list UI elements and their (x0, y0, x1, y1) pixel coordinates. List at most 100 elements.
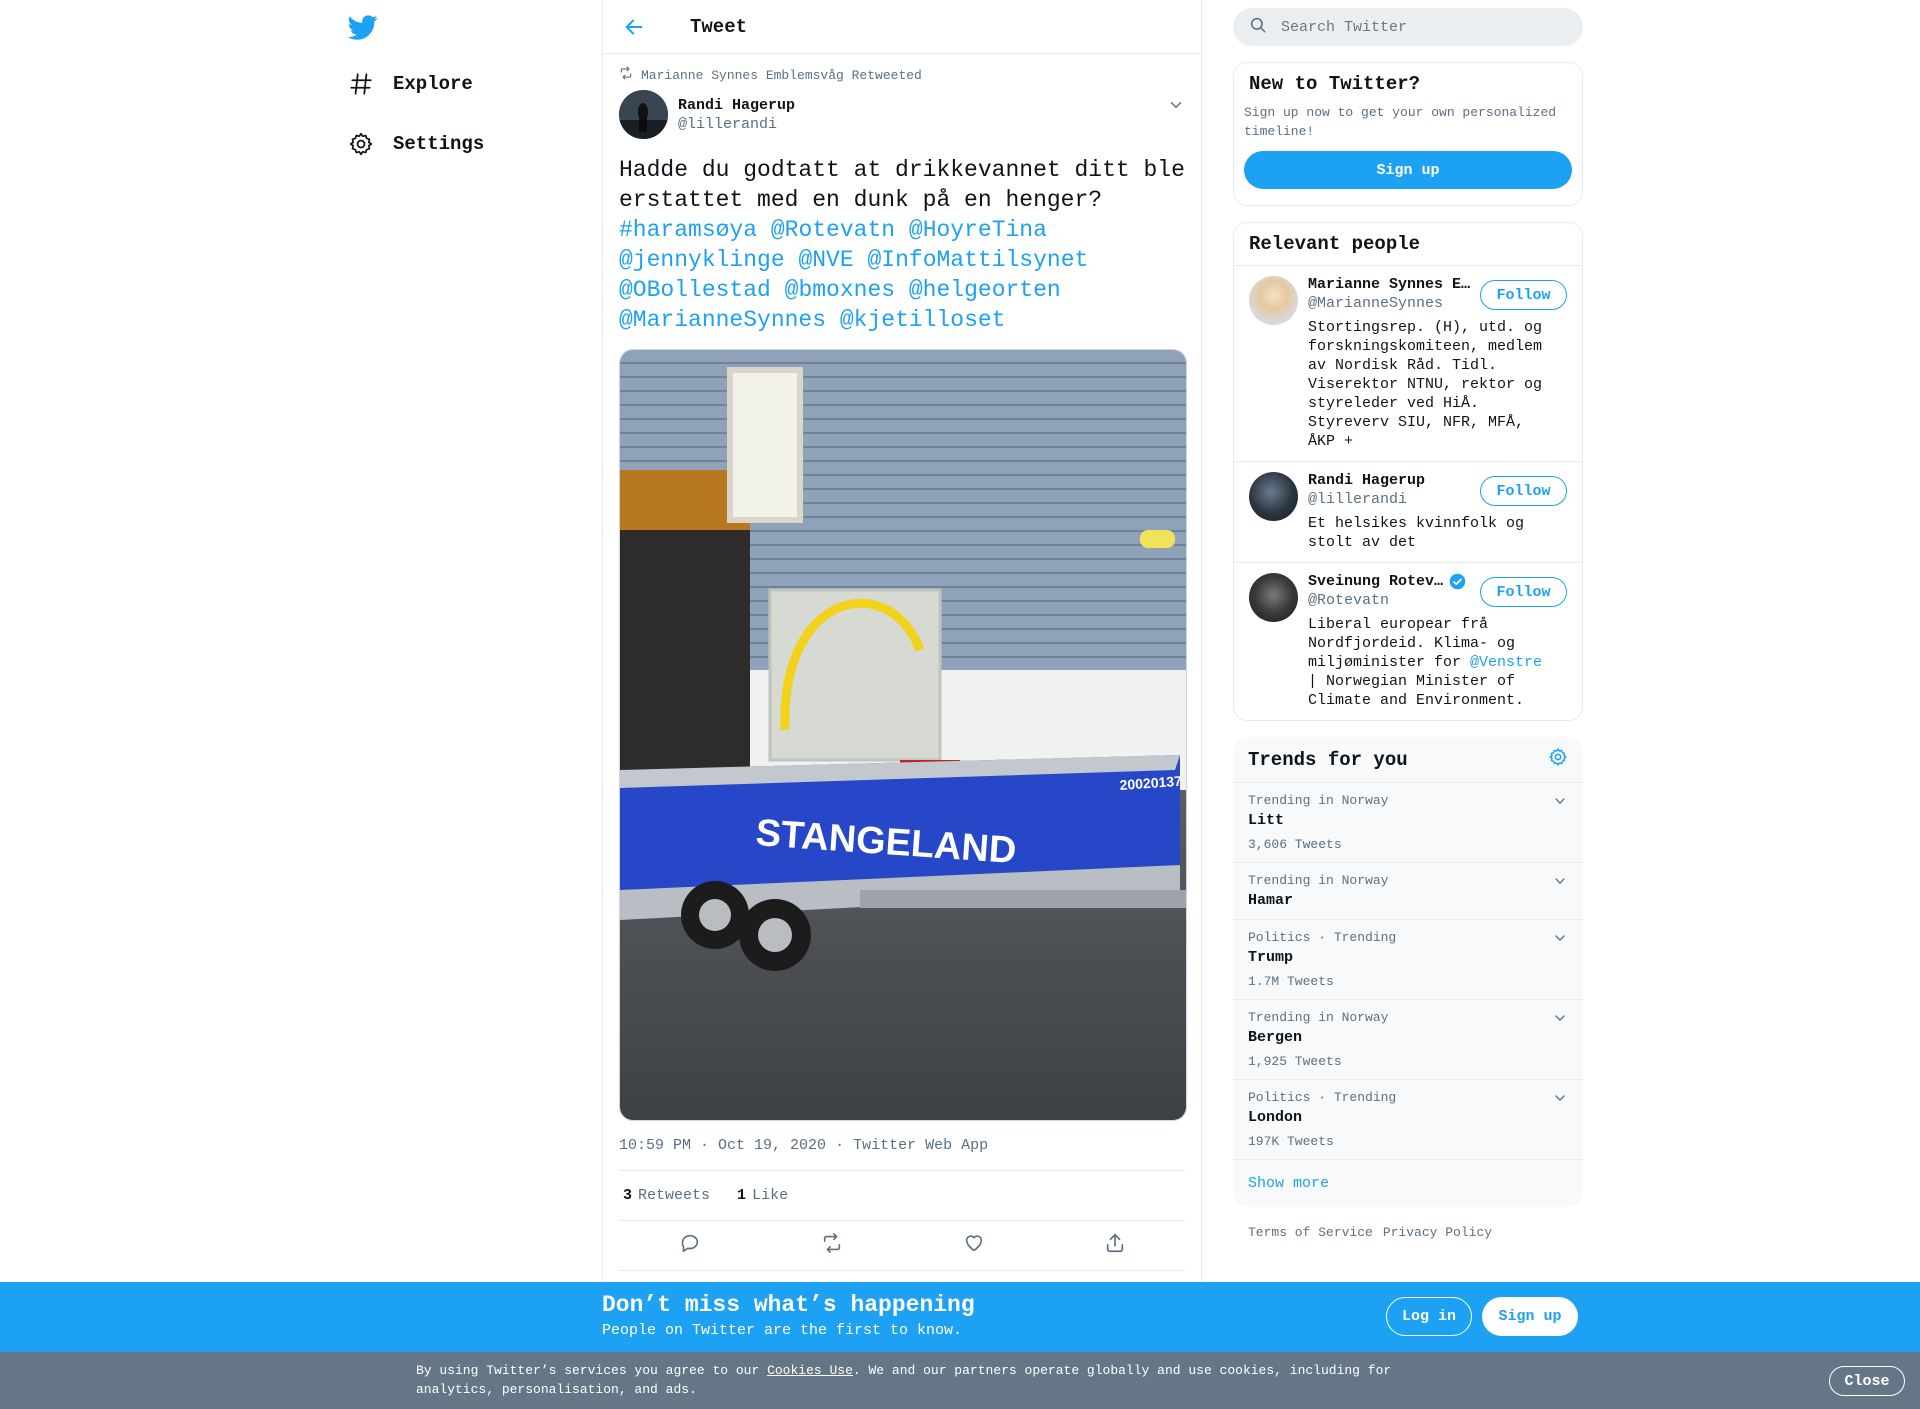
tweet-text-body: Hadde du godtatt at drikkevannet ditt bl… (619, 157, 1185, 213)
new-to-twitter-title: New to Twitter? (1249, 73, 1421, 95)
likes-label: Like (752, 1187, 789, 1204)
person-item[interactable]: Marianne Synnes E… @MarianneSynnes Stort… (1234, 266, 1582, 462)
chevron-down-icon[interactable] (1552, 930, 1568, 951)
reply-icon[interactable] (679, 1232, 701, 1259)
mention-link[interactable]: @bmoxnes (785, 277, 895, 303)
trend-item[interactable]: Trending in Norway Hamar (1233, 863, 1583, 920)
person-bio: Et helsikes kvinnfolk og stolt av det (1308, 515, 1525, 551)
avatar[interactable] (1249, 472, 1298, 521)
mention-link[interactable]: @kjetilloset (840, 307, 1006, 333)
author-handle[interactable]: @lillerandi (678, 116, 795, 133)
cookie-banner: By using Twitter’s services you agree to… (0, 1352, 1920, 1409)
author-name[interactable]: Randi Hagerup (678, 97, 795, 114)
tweet-text: Hadde du godtatt at drikkevannet ditt bl… (619, 155, 1185, 335)
banner-signup-button[interactable]: Sign up (1482, 1297, 1578, 1336)
person-name[interactable]: Sveinung Rotev… (1308, 573, 1443, 590)
nav-settings-label: Settings (393, 133, 485, 155)
cookie-text: By using Twitter’s services you agree to… (416, 1363, 1392, 1397)
trend-category: Trending in Norway (1248, 873, 1389, 888)
retweet-icon (619, 66, 641, 84)
cookies-use-link[interactable]: Cookies Use (767, 1363, 853, 1378)
person-item[interactable]: Randi Hagerup @lillerandi Et helsikes kv… (1234, 462, 1582, 563)
mention-link[interactable]: @jennyklinge (619, 247, 785, 273)
trend-name: Hamar (1248, 892, 1294, 909)
chevron-down-icon[interactable] (1552, 873, 1568, 894)
banner-title: Don’t miss what’s happening (602, 1292, 975, 1318)
mention-link[interactable]: @HoyreTina (909, 217, 1047, 243)
nav-settings[interactable]: Settings (345, 124, 484, 164)
retweets-stat[interactable]: 3 Retweets (623, 1187, 710, 1204)
back-arrow-icon[interactable] (618, 11, 650, 43)
trend-item[interactable]: Trending in Norway Litt 3,606 Tweets (1233, 783, 1583, 863)
mention-link[interactable]: @helgeorten (909, 277, 1061, 303)
likes-stat[interactable]: 1 Like (737, 1187, 788, 1204)
banner-subtitle: People on Twitter are the first to know. (602, 1322, 963, 1339)
nav-explore-label: Explore (393, 73, 473, 95)
person-bio: Stortingsrep. (H), utd. og forskningskom… (1308, 319, 1543, 450)
terms-link[interactable]: Terms of Service (1248, 1225, 1373, 1240)
bio-link[interactable]: @Venstre (1470, 654, 1542, 671)
main-header: Tweet (603, 0, 1201, 54)
relevant-people-card: Relevant people Marianne Synnes E… @Mari… (1233, 222, 1583, 721)
share-icon[interactable] (1104, 1232, 1126, 1259)
nav-explore[interactable]: Explore (345, 64, 473, 104)
trend-name: Litt (1248, 812, 1285, 829)
retweet-action-icon[interactable] (820, 1232, 844, 1259)
cookie-close-button[interactable]: Close (1829, 1366, 1905, 1396)
show-more-link[interactable]: Show more (1233, 1160, 1583, 1207)
tweet-time[interactable]: 10:59 PM · Oct 19, 2020 (619, 1137, 826, 1154)
trend-category: Politics · Trending (1248, 1090, 1397, 1105)
signup-banner: Don’t miss what’s happening People on Tw… (0, 1282, 1920, 1352)
gear-icon (345, 128, 377, 160)
tweet-stats: 3 Retweets 1 Like (619, 1171, 1185, 1221)
mention-link[interactable]: @Rotevatn (771, 217, 895, 243)
verified-icon (1449, 573, 1466, 590)
trends-header: Trends for you (1233, 737, 1583, 783)
follow-button[interactable]: Follow (1480, 577, 1567, 607)
mention-link[interactable]: @MarianneSynnes (619, 307, 826, 333)
tweet-author: Randi Hagerup @lillerandi (619, 90, 1185, 139)
hashtag-link[interactable]: #haramsøya (619, 217, 757, 243)
person-bio: Liberal europear frå Nordfjordeid. Klima… (1308, 616, 1543, 709)
privacy-link[interactable]: Privacy Policy (1383, 1225, 1492, 1240)
new-to-twitter-subtitle: Sign up now to get your own personalized… (1244, 105, 1557, 139)
tweet-image[interactable]: STANGELAND 20020137 (619, 349, 1187, 1121)
person-name[interactable]: Marianne Synnes E… (1308, 276, 1473, 293)
person-item[interactable]: Sveinung Rotev… @Rotevatn Liberal europe… (1234, 563, 1582, 720)
tweet-meta: 10:59 PM · Oct 19, 2020 · Twitter Web Ap… (619, 1137, 1185, 1171)
footer-links: Terms of Service Privacy Policy (1233, 1225, 1583, 1240)
person-name[interactable]: Randi Hagerup (1308, 472, 1473, 489)
mention-link[interactable]: @InfoMattilsynet (867, 247, 1088, 273)
follow-button[interactable]: Follow (1480, 280, 1567, 310)
gear-icon[interactable] (1548, 747, 1568, 772)
chevron-down-icon[interactable] (1167, 96, 1185, 119)
trend-name: Bergen (1248, 1029, 1303, 1046)
avatar[interactable] (1249, 573, 1298, 622)
page-title: Tweet (690, 15, 748, 38)
avatar[interactable] (1249, 276, 1298, 325)
chevron-down-icon[interactable] (1552, 793, 1568, 814)
trend-count: 197K Tweets (1248, 1134, 1334, 1149)
search-bar[interactable] (1233, 8, 1583, 46)
mention-link[interactable]: @OBollestad (619, 277, 771, 303)
tweet-source[interactable]: Twitter Web App (853, 1137, 988, 1154)
trend-item[interactable]: Politics · Trending London 197K Tweets (1233, 1080, 1583, 1160)
like-icon[interactable] (963, 1232, 985, 1259)
login-button[interactable]: Log in (1386, 1297, 1472, 1336)
tweet: Marianne Synnes Emblemsvåg Retweeted Ran… (603, 66, 1201, 1271)
avatar[interactable] (619, 90, 668, 139)
follow-button[interactable]: Follow (1480, 476, 1567, 506)
trend-item[interactable]: Politics · Trending Trump 1.7M Tweets (1233, 920, 1583, 1000)
chevron-down-icon[interactable] (1552, 1090, 1568, 1111)
trend-category: Trending in Norway (1248, 1010, 1389, 1025)
mention-link[interactable]: @NVE (798, 247, 853, 273)
trends-title: Trends for you (1248, 748, 1408, 771)
trend-item[interactable]: Trending in Norway Bergen 1,925 Tweets (1233, 1000, 1583, 1080)
retweeted-by-text[interactable]: Marianne Synnes Emblemsvåg Retweeted (641, 68, 922, 83)
retweeted-by: Marianne Synnes Emblemsvåg Retweeted (619, 66, 1185, 84)
main-column: Tweet Marianne Synnes Emblemsvåg Retweet… (602, 0, 1202, 1409)
twitter-bird-icon[interactable] (347, 12, 380, 44)
search-input[interactable] (1281, 18, 1541, 36)
sidebar-signup-button[interactable]: Sign up (1244, 151, 1572, 189)
chevron-down-icon[interactable] (1552, 1010, 1568, 1031)
